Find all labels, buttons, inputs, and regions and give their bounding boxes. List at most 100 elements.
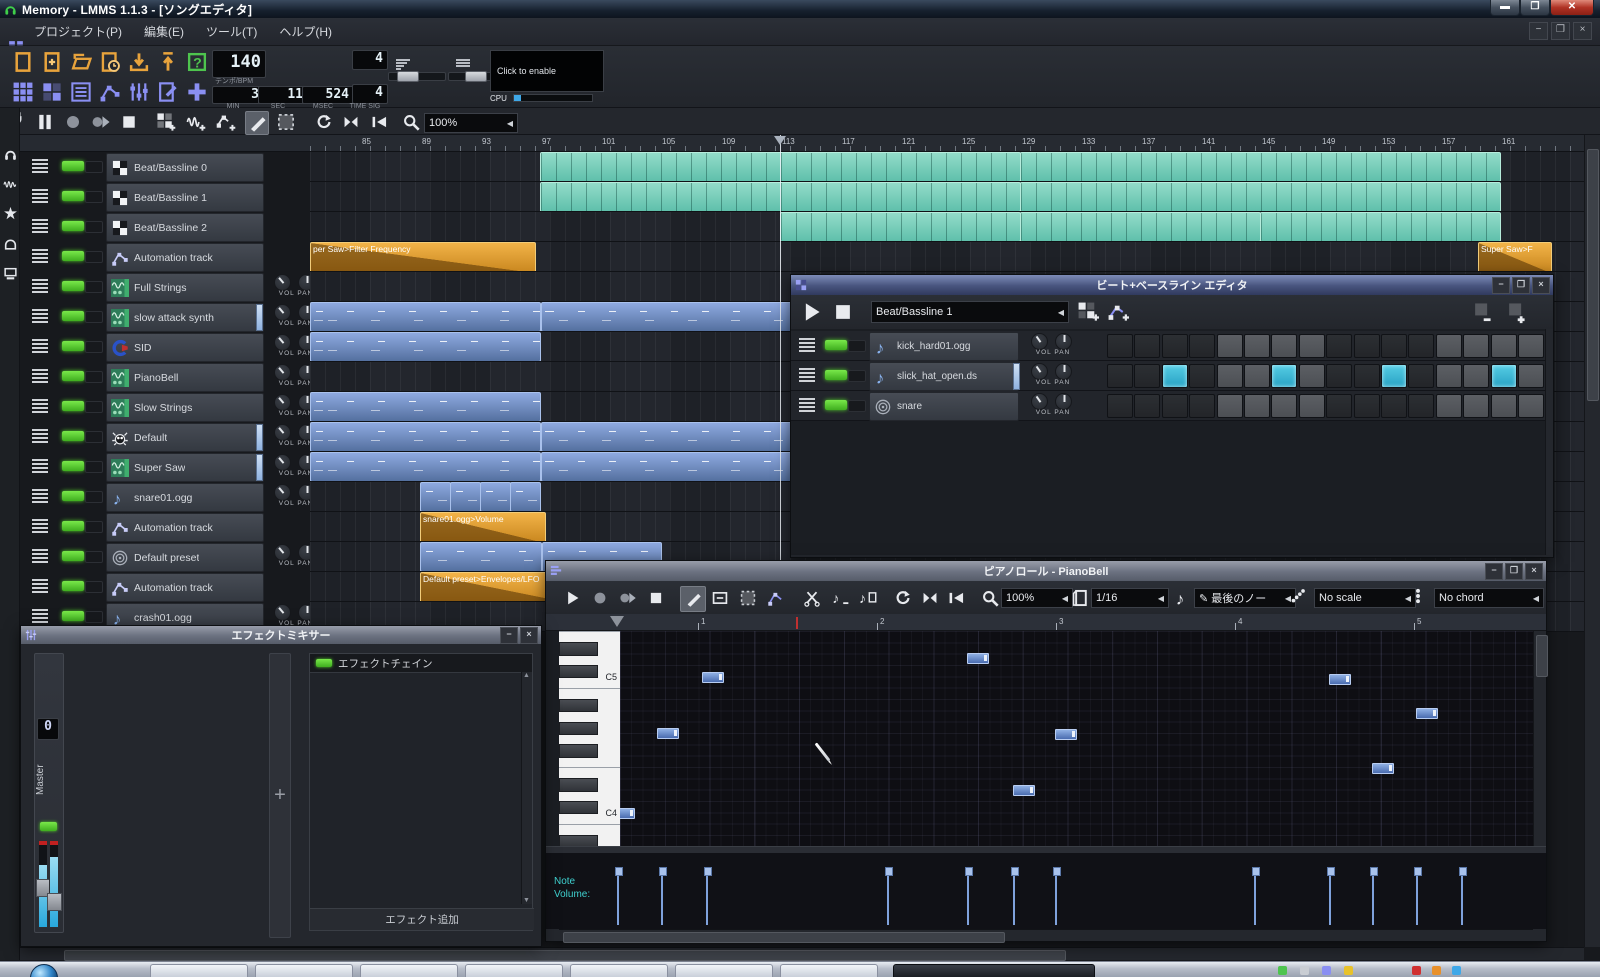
volume-knob[interactable] — [274, 304, 291, 321]
bb-track-mute-led[interactable] — [825, 340, 847, 350]
tray-icon[interactable] — [1452, 966, 1461, 975]
track-grip[interactable] — [32, 609, 48, 623]
track-mute-led[interactable] — [62, 251, 84, 261]
bb-step-cell[interactable] — [1463, 334, 1489, 358]
bb-minimize-button[interactable]: − — [1492, 277, 1510, 294]
pr-flip-button[interactable] — [918, 586, 942, 610]
track-mute-led[interactable] — [62, 341, 84, 351]
output-visualizer[interactable]: Click to enable — [490, 50, 604, 92]
tray-icon[interactable] — [1278, 966, 1287, 975]
fx-mixer-title-bar[interactable]: エフェクトミキサー − × — [21, 626, 541, 644]
bb-step-cell[interactable] — [1107, 394, 1133, 418]
track-grip[interactable] — [32, 339, 48, 353]
bb-add-steps-button[interactable] — [1503, 300, 1529, 324]
bb-track-mute-led[interactable] — [825, 400, 847, 410]
window-title-bar[interactable]: Memory - LMMS 1.1.3 - [ソングエディタ] ▬ ❐ ✕ — [0, 0, 1600, 18]
pr-erase-mode-button[interactable] — [708, 586, 732, 610]
edit-mode-button[interactable] — [275, 111, 297, 133]
pr-quantize-combo[interactable]: 1/16◀ — [1091, 588, 1169, 608]
pattern-segment[interactable] — [541, 422, 793, 452]
menu-help[interactable]: ヘルプ(H) — [279, 23, 332, 40]
pattern-segment[interactable] — [310, 332, 541, 362]
tempo-display[interactable]: 140 — [212, 50, 266, 78]
track-solo-led[interactable] — [85, 461, 103, 473]
track-mute-led[interactable] — [62, 311, 84, 321]
pattern-segment[interactable] — [310, 302, 541, 332]
piano-keyboard[interactable]: C5C4 — [559, 631, 620, 846]
fx-fader-left[interactable] — [38, 840, 48, 928]
piano-note[interactable] — [1013, 785, 1035, 796]
track-solo-led[interactable] — [85, 431, 103, 443]
black-key[interactable] — [559, 699, 598, 712]
project-history-button[interactable] — [97, 49, 123, 75]
pr-minimize-button[interactable]: − — [1485, 563, 1503, 580]
stop-button[interactable] — [118, 111, 140, 133]
bb-track-grip[interactable] — [799, 398, 815, 412]
pr-note-length-combo[interactable]: ✎最後のノー◀ — [1194, 588, 1296, 608]
bb-step-cell[interactable] — [1491, 364, 1517, 388]
fx-add-effect-button[interactable]: エフェクト追加 — [310, 908, 534, 930]
track-mute-led[interactable] — [62, 431, 84, 441]
track-solo-led[interactable] — [85, 611, 103, 623]
track-solo-led[interactable] — [85, 311, 103, 323]
track-grip[interactable] — [32, 279, 48, 293]
track-grip[interactable] — [32, 579, 48, 593]
bb-track-solo-led[interactable] — [848, 400, 866, 412]
bb-step-cell[interactable] — [1408, 394, 1434, 418]
pan-knob[interactable] — [1055, 363, 1072, 380]
track-name-plate[interactable]: Automation track — [106, 573, 264, 602]
track-solo-led[interactable] — [85, 341, 103, 353]
bb-track-solo-led[interactable] — [848, 370, 866, 382]
track-name-plate[interactable]: ♪snare01.ogg — [106, 483, 264, 512]
note-volume-bar[interactable] — [967, 867, 969, 925]
note-volume-bar[interactable] — [1461, 867, 1463, 925]
track-solo-led[interactable] — [85, 551, 103, 563]
bb-step-cell[interactable] — [1189, 394, 1215, 418]
song-editor-hscrollbar[interactable] — [20, 947, 1584, 960]
bb-step-cell[interactable] — [1326, 364, 1352, 388]
pause-button[interactable] — [34, 111, 56, 133]
taskbar-button[interactable] — [465, 964, 563, 977]
automation-pattern-segment[interactable]: Super Saw>F — [1478, 242, 1552, 272]
bb-step-cell[interactable] — [1381, 394, 1407, 418]
bb-step-cell[interactable] — [1189, 334, 1215, 358]
automation-pattern-segment[interactable]: snare01.ogg>Volume — [420, 512, 546, 542]
taskbar-button[interactable] — [570, 964, 668, 977]
track-name-plate[interactable]: SID — [106, 333, 264, 362]
track-lane[interactable] — [310, 152, 1584, 182]
bb-pattern-selector[interactable]: Beat/Bassline 1◀ — [871, 301, 1069, 323]
track-name-plate[interactable]: Default — [106, 423, 264, 452]
black-key[interactable] — [559, 665, 598, 678]
bb-step-cell[interactable] — [1518, 364, 1544, 388]
track-grip[interactable] — [32, 309, 48, 323]
menu-edit[interactable]: 編集(E) — [144, 23, 184, 40]
flip-button[interactable] — [340, 111, 362, 133]
track-solo-led[interactable] — [85, 521, 103, 533]
bb-editor-vscrollbar[interactable] — [1545, 329, 1553, 555]
pattern-segment[interactable] — [480, 482, 511, 512]
bb-track-name-plate[interactable]: snare — [869, 392, 1019, 421]
open-project-button[interactable] — [39, 49, 65, 75]
pattern-segment[interactable] — [450, 482, 481, 512]
track-mute-led[interactable] — [62, 191, 84, 201]
pr-copy-button[interactable]: ♪ — [828, 586, 852, 610]
track-mute-led[interactable] — [62, 521, 84, 531]
song-editor-timeline[interactable]: 8589939710110510911311712112512913313714… — [0, 135, 1600, 152]
bb-step-cell[interactable] — [1217, 334, 1243, 358]
track-name-plate[interactable]: slow attack synth — [106, 303, 264, 332]
bb-close-button[interactable]: × — [1532, 277, 1550, 294]
piano-note[interactable] — [702, 672, 724, 683]
bb-step-cell[interactable] — [1134, 334, 1160, 358]
track-name-plate[interactable]: Beat/Bassline 0 — [106, 153, 264, 182]
pr-detune-mode-button[interactable] — [764, 586, 788, 610]
piano-roll-title-bar[interactable]: ピアノロール - PianoBell − ❐ × — [546, 561, 1546, 581]
add-automation-track-button[interactable] — [215, 111, 237, 133]
note-volume-bar[interactable] — [1329, 867, 1331, 925]
song-zoom-combo[interactable]: 100%◀ — [424, 113, 518, 133]
black-key[interactable] — [559, 778, 598, 791]
bb-remove-steps-button[interactable] — [1469, 300, 1495, 324]
minimize-button[interactable]: ▬ — [1490, 0, 1520, 16]
track-name-plate[interactable]: Full Strings — [106, 273, 264, 302]
bb-step-cell[interactable] — [1271, 394, 1297, 418]
bb-track-grip[interactable] — [799, 368, 815, 382]
